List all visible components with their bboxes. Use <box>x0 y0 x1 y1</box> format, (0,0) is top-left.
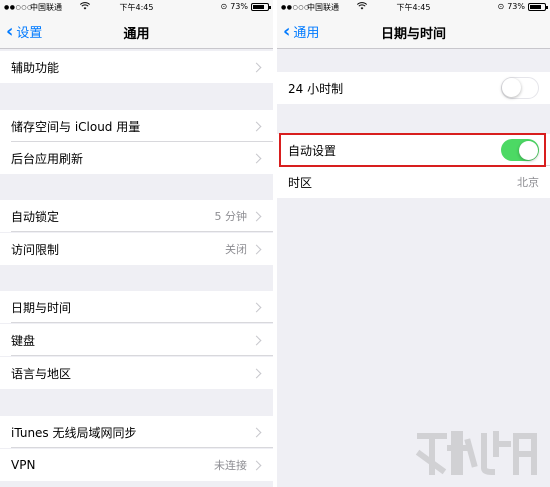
list-item-label: 日期与时间 <box>11 300 72 315</box>
list-item-label: VPN <box>11 458 36 472</box>
chevron-right-icon <box>251 302 262 312</box>
list-item-label: 语言与地区 <box>11 366 72 381</box>
chevron-right-icon <box>251 368 262 378</box>
list-item-label: 键盘 <box>11 333 36 348</box>
battery-percent: 73% <box>507 2 525 11</box>
date-time-screen: ●●○○○ 中国联通 下午4:45 ⊙ 73% ‹ 通用 日期与时间 24 小时… <box>277 0 550 487</box>
list-item-set-automatically: 自动设置 <box>277 134 550 166</box>
page-title: 日期与时间 <box>380 27 446 42</box>
list-item-label: 时区 <box>288 175 313 190</box>
chevron-right-icon <box>251 211 262 221</box>
rotation-lock-icon: ⊙ <box>497 2 505 11</box>
chevron-right-icon <box>251 244 262 254</box>
list-item-value: 未连接 <box>214 459 247 472</box>
list-item-value: 北京 <box>517 176 539 189</box>
list-item-label: 24 小时制 <box>288 81 344 96</box>
list-item-vpn[interactable]: VPN 未连接 <box>0 449 273 481</box>
list-item-time-zone[interactable]: 时区 北京 <box>277 166 550 198</box>
list-item-label: 访问限制 <box>11 242 60 257</box>
list-item-label: 自动设置 <box>288 143 337 158</box>
rotation-lock-icon: ⊙ <box>220 2 228 11</box>
general-settings-screen: ●●○○○ 中国联通 下午4:45 ⊙ 73% ‹ 设置 通用 辅助功能 储存空… <box>0 0 273 487</box>
list-item-itunes-wifi-sync[interactable]: iTunes 无线局域网同步 <box>0 416 273 448</box>
24-hour-toggle[interactable] <box>501 77 539 99</box>
page-title: 通用 <box>123 27 150 42</box>
chevron-right-icon <box>251 153 262 163</box>
list-item-accessibility[interactable]: 辅助功能 <box>0 51 273 83</box>
battery-status: ⊙ 73% <box>497 2 548 11</box>
battery-icon <box>251 2 271 11</box>
list-item-background-refresh[interactable]: 后台应用刷新 <box>0 142 273 174</box>
list-item-language-region[interactable]: 语言与地区 <box>0 357 273 389</box>
list-item-label: iTunes 无线局域网同步 <box>11 425 137 440</box>
chevron-right-icon <box>251 121 262 131</box>
toggle-knob <box>502 78 521 97</box>
list-item-label: 后台应用刷新 <box>11 151 84 166</box>
list-item-storage-icloud[interactable]: 储存空间与 iCloud 用量 <box>0 110 273 142</box>
list-item-label: 自动锁定 <box>11 209 60 224</box>
toggle-knob <box>519 140 538 160</box>
list-item-value: 5 分钟 <box>214 210 248 223</box>
list-item-label: 储存空间与 iCloud 用量 <box>11 119 141 134</box>
chevron-right-icon <box>251 460 262 470</box>
status-bar: ●●○○○ 中国联通 下午4:45 ⊙ 73% <box>0 0 273 14</box>
list-item-keyboard[interactable]: 键盘 <box>0 324 273 356</box>
chevron-right-icon <box>251 62 262 72</box>
set-automatically-toggle[interactable] <box>501 139 539 161</box>
battery-percent: 73% <box>230 2 248 11</box>
navigation-bar: ‹ 通用 日期与时间 <box>277 14 550 49</box>
list-item-24-hour: 24 小时制 <box>277 72 550 104</box>
battery-icon <box>528 2 548 11</box>
list-item-date-time[interactable]: 日期与时间 <box>0 291 273 323</box>
chevron-right-icon <box>251 427 262 437</box>
list-item-restrictions[interactable]: 访问限制 关闭 <box>0 233 273 265</box>
chevron-right-icon <box>251 335 262 345</box>
watermark-logo <box>412 424 542 479</box>
status-bar: ●●○○○ 中国联通 下午4:45 ⊙ 73% <box>277 0 550 14</box>
list-item-auto-lock[interactable]: 自动锁定 5 分钟 <box>0 200 273 232</box>
list-item-label: 辅助功能 <box>11 60 60 75</box>
navigation-bar: ‹ 设置 通用 <box>0 14 273 49</box>
battery-status: ⊙ 73% <box>220 2 271 11</box>
list-item-value: 关闭 <box>225 243 247 256</box>
